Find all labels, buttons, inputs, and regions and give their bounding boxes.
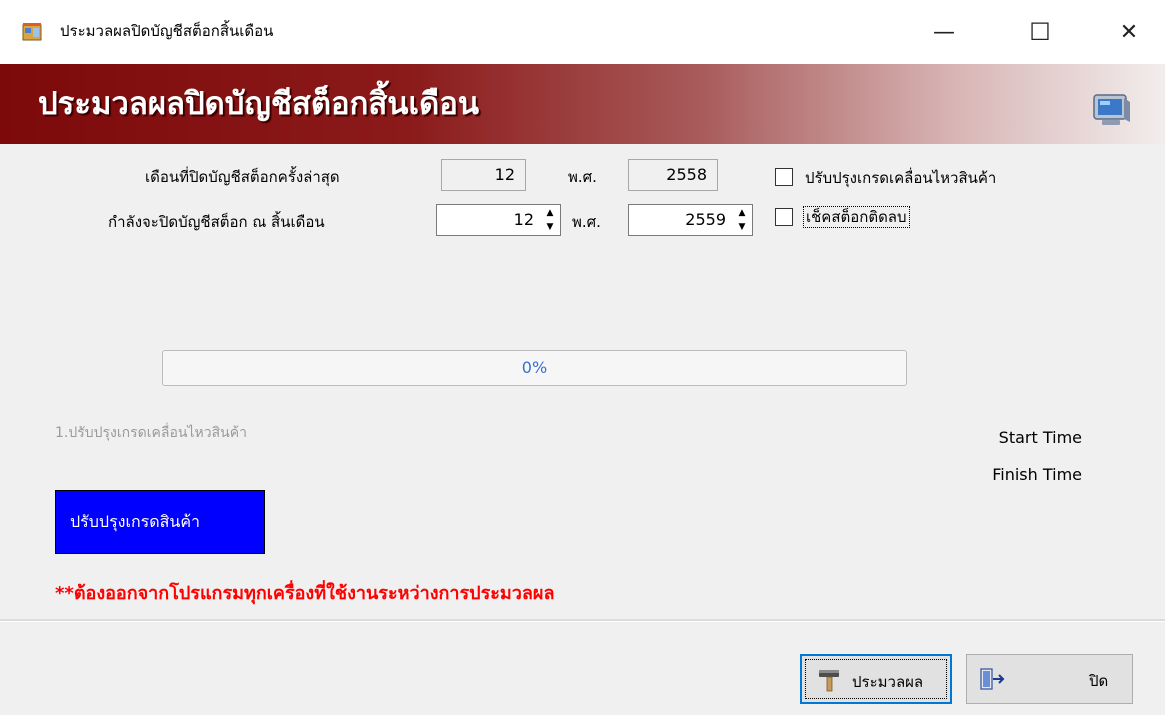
spin-up-icon[interactable]: ▲: [547, 208, 554, 218]
closing-month-label: กำลังจะปิดบัญชีสต็อก ณ สิ้นเดือน: [108, 213, 325, 231]
update-movement-checkbox[interactable]: [775, 168, 793, 186]
maximize-button[interactable]: ☐: [1016, 14, 1064, 50]
last-closed-year-field: 2558: [628, 159, 718, 191]
update-grade-button-label: ปรับปรุงเกรดสินค้า: [70, 511, 200, 531]
close-button-label: ปิด: [1089, 672, 1109, 690]
update-movement-label[interactable]: ปรับปรุงเกรดเคลื่อนไหวสินค้า: [805, 168, 996, 188]
warning-text: **ต้องออกจากโปรแกรมทุกเครื่องที่ใช้งานระ…: [55, 583, 555, 604]
monitor-icon: [1093, 94, 1130, 125]
closing-year-stepper[interactable]: 2559 ▲ ▼: [628, 204, 753, 236]
check-negative-stock-label[interactable]: เช็คสต็อกติดลบ: [803, 206, 910, 228]
start-time-label: Start Time: [998, 428, 1082, 447]
hammer-icon: [819, 670, 839, 692]
closing-month-stepper[interactable]: 12 ▲ ▼: [436, 204, 561, 236]
minimize-button[interactable]: —: [920, 14, 968, 50]
close-button[interactable]: ปิด: [966, 654, 1133, 704]
update-grade-button[interactable]: ปรับปรุงเกรดสินค้า: [55, 490, 265, 554]
window-title: ประมวลผลปิดบัญชีสต็อกสิ้นเดือน: [60, 22, 274, 40]
app-icon: [22, 23, 42, 41]
closing-year-spin[interactable]: ▲ ▼: [736, 208, 748, 232]
closing-year-value: 2559: [685, 210, 726, 229]
spin-up-icon[interactable]: ▲: [739, 208, 746, 218]
spin-down-icon[interactable]: ▼: [547, 222, 554, 232]
step-status-text: 1.ปรับปรุงเกรดเคลื่อนไหวสินค้า: [55, 425, 247, 441]
process-button-label: ประมวลผล: [852, 673, 924, 691]
last-closed-month-label: เดือนที่ปิดบัญชีสต็อกครั้งล่าสุด: [145, 168, 340, 186]
header-banner: ประมวลผลปิดบัญชีสต็อกสิ้นเดือน: [0, 64, 1165, 144]
last-year-label: พ.ศ.: [568, 168, 597, 186]
closing-year-label: พ.ศ.: [572, 213, 601, 231]
closing-month-value: 12: [513, 210, 534, 229]
footer-divider: [0, 619, 1165, 622]
closing-month-spin[interactable]: ▲ ▼: [544, 208, 556, 232]
finish-time-label: Finish Time: [992, 465, 1082, 484]
last-closed-month-field: 12: [441, 159, 526, 191]
process-button[interactable]: ประมวลผล: [800, 654, 952, 704]
progress-bar: 0%: [162, 350, 907, 386]
progress-text: 0%: [521, 358, 548, 377]
close-window-button[interactable]: ✕: [1105, 14, 1153, 50]
window-titlebar: ประมวลผลปิดบัญชีสต็อกสิ้นเดือน — ☐ ✕: [0, 0, 1165, 64]
spin-down-icon[interactable]: ▼: [739, 222, 746, 232]
exit-door-icon: [980, 668, 1005, 690]
banner-title: ประมวลผลปิดบัญชีสต็อกสิ้นเดือน: [38, 86, 480, 122]
check-negative-stock-checkbox[interactable]: [775, 208, 793, 226]
